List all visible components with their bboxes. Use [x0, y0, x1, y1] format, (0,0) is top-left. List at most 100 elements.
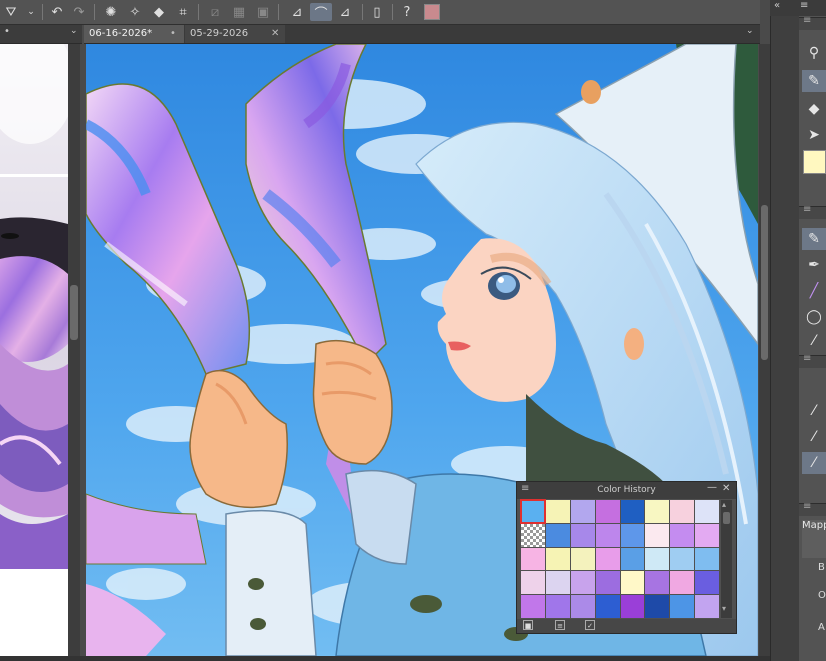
- zoom-icon[interactable]: ⚲: [802, 42, 826, 64]
- chevron-down-icon[interactable]: ⌄: [22, 3, 40, 21]
- color-swatch[interactable]: [620, 595, 645, 618]
- dot-icon[interactable]: •: [170, 25, 176, 43]
- color-swatch[interactable]: [670, 547, 695, 571]
- select-icon[interactable]: ➤: [802, 124, 826, 146]
- menu-icon[interactable]: ≡: [803, 501, 811, 512]
- frame-icon[interactable]: ▣: [254, 3, 272, 21]
- fill-icon[interactable]: ◆: [802, 98, 826, 120]
- transparent-swatch[interactable]: [521, 523, 545, 547]
- color-swatch[interactable]: [620, 547, 645, 571]
- color-swatch[interactable]: [695, 547, 719, 571]
- menu-icon[interactable]: ≡: [803, 204, 811, 215]
- chevron-down-icon[interactable]: ⌄: [70, 26, 78, 36]
- brush-icon[interactable]: ✒: [802, 254, 826, 276]
- pen-icon[interactable]: ✎: [802, 70, 826, 92]
- device-icon[interactable]: ▯: [368, 3, 386, 21]
- color-swatch[interactable]: [545, 523, 570, 547]
- menu-icon[interactable]: ≡: [803, 353, 811, 364]
- brush-tool-icon[interactable]: ⛛: [2, 3, 20, 21]
- color-swatch[interactable]: [520, 499, 546, 524]
- main-toolbar: ⛛ ⌄ ↶ ↷ ✺ ✧ ◆ ⌗ ⧄ ▦ ▣ ⊿ ⌒ ⊿ ▯ ?: [0, 0, 760, 25]
- color-swatch[interactable]: [620, 523, 645, 547]
- color-swatch[interactable]: [545, 547, 570, 571]
- stroke-preset-icon[interactable]: ⁄: [802, 426, 826, 448]
- color-swatch[interactable]: [695, 571, 719, 595]
- grid-icon[interactable]: ▦: [230, 3, 248, 21]
- color-swatch[interactable]: [570, 500, 595, 523]
- scrollbar-thumb[interactable]: [70, 285, 78, 340]
- close-icon[interactable]: ✕: [722, 483, 730, 494]
- stroke-preset-icon[interactable]: ⁄: [802, 452, 826, 474]
- chevron-down-icon[interactable]: ⌄: [746, 26, 754, 36]
- dot-icon[interactable]: •: [4, 26, 10, 37]
- tab-05-29-2026[interactable]: 05-29-2026 ✕: [185, 25, 285, 43]
- color-swatch[interactable]: [670, 571, 695, 595]
- main-color-swatch[interactable]: [803, 150, 826, 174]
- double-chevron-icon[interactable]: «: [774, 0, 780, 11]
- color-swatch[interactable]: [620, 571, 645, 595]
- scrollbar-thumb[interactable]: [723, 512, 730, 524]
- toolbar-divider: [198, 4, 199, 20]
- marker-icon[interactable]: ╱: [802, 280, 826, 302]
- fill-icon[interactable]: ◆: [150, 3, 168, 21]
- color-swatch[interactable]: [645, 547, 670, 571]
- color-swatch[interactable]: [620, 500, 645, 523]
- color-swatch[interactable]: [670, 595, 695, 618]
- checkmark-icon[interactable]: ✓: [585, 620, 595, 630]
- loading-icon[interactable]: ✺: [102, 3, 120, 21]
- palette-titlebar[interactable]: Color History ≡ — ✕: [517, 482, 736, 499]
- color-swatch[interactable]: [595, 500, 620, 523]
- color-swatch[interactable]: [570, 595, 595, 618]
- tab-06-16-2026[interactable]: 06-16-2026* •: [84, 25, 184, 43]
- color-swatch[interactable]: [695, 595, 719, 618]
- pen-stabilizer-icon[interactable]: ⌒: [310, 3, 332, 22]
- minimize-icon[interactable]: —: [707, 482, 717, 493]
- mapping-panel-tab[interactable]: Mapp: [802, 520, 826, 558]
- color-swatch[interactable]: [670, 500, 695, 523]
- chevron-down-icon[interactable]: ▾: [722, 604, 726, 613]
- ruler-icon[interactable]: ⊿: [288, 3, 306, 21]
- color-swatch[interactable]: [521, 547, 545, 571]
- clear-icon[interactable]: ✧: [126, 3, 144, 21]
- stroke-preset-icon[interactable]: ⁄: [802, 400, 826, 422]
- undo-icon[interactable]: ↶: [48, 3, 66, 21]
- color-swatch[interactable]: [595, 571, 620, 595]
- color-swatch[interactable]: [695, 523, 719, 547]
- color-swatch[interactable]: [645, 595, 670, 618]
- color-swatch[interactable]: [645, 571, 670, 595]
- lasso-icon[interactable]: ◯: [802, 306, 826, 328]
- snap-off-icon[interactable]: ⧄: [206, 3, 224, 21]
- color-swatch[interactable]: [695, 500, 719, 523]
- stroke-preset-icon[interactable]: ⁄: [802, 330, 826, 352]
- color-swatch[interactable]: [645, 523, 670, 547]
- color-swatch[interactable]: [545, 595, 570, 618]
- chevron-up-icon[interactable]: ▴: [722, 500, 726, 509]
- transform-icon[interactable]: ⌗: [174, 3, 192, 21]
- palette-scrollbar[interactable]: ▴ ▾: [721, 500, 732, 618]
- save-color-icon[interactable]: ■: [523, 620, 533, 630]
- pen-icon[interactable]: ✎: [802, 228, 826, 250]
- menu-icon[interactable]: ≡: [800, 0, 808, 11]
- scrollbar-thumb[interactable]: [761, 205, 768, 360]
- color-swatch[interactable]: [645, 500, 670, 523]
- redo-icon[interactable]: ↷: [70, 3, 88, 21]
- color-swatch[interactable]: [545, 571, 570, 595]
- menu-icon[interactable]: ≡: [803, 15, 811, 26]
- color-swatch[interactable]: [570, 523, 595, 547]
- menu-icon[interactable]: ≡: [521, 483, 529, 494]
- color-swatch[interactable]: [570, 571, 595, 595]
- color-swatch[interactable]: [595, 523, 620, 547]
- stroke-icon[interactable]: ⊿: [336, 3, 354, 21]
- close-icon[interactable]: ✕: [271, 25, 279, 43]
- color-swatch-icon[interactable]: [424, 4, 440, 20]
- color-swatch[interactable]: [521, 595, 545, 618]
- color-swatch[interactable]: [570, 547, 595, 571]
- color-swatch[interactable]: [595, 547, 620, 571]
- color-swatch[interactable]: [670, 523, 695, 547]
- reference-scrollbar[interactable]: [68, 44, 80, 656]
- color-swatch[interactable]: [545, 500, 570, 523]
- color-swatch[interactable]: [595, 595, 620, 618]
- register-color-icon[interactable]: ≡: [555, 620, 565, 630]
- help-icon[interactable]: ?: [398, 3, 416, 21]
- color-swatch[interactable]: [521, 571, 545, 595]
